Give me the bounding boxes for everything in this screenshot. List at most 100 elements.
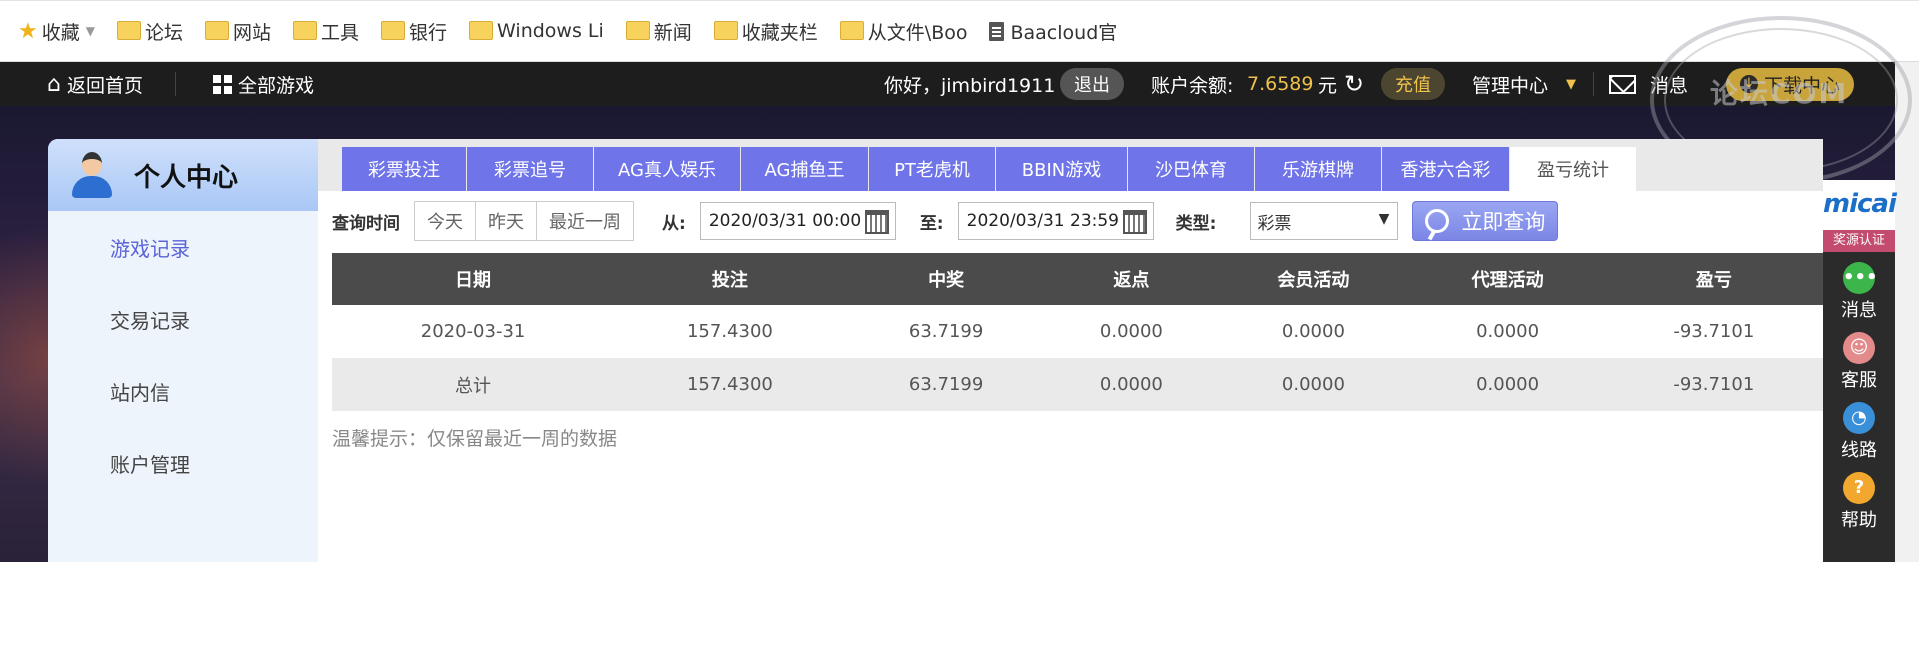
chat-icon: ••• bbox=[1843, 262, 1878, 294]
greeting: 你好，jimbird1911 bbox=[884, 74, 1056, 97]
tab-bbin-games[interactable]: BBIN游戏 bbox=[996, 147, 1127, 191]
bookmark-folder[interactable]: 新闻 bbox=[625, 18, 692, 45]
refresh-icon[interactable]: ↻ bbox=[1344, 70, 1364, 98]
folder-icon bbox=[839, 20, 864, 40]
col-agent-activity: 代理活动 bbox=[1410, 253, 1605, 305]
user-avatar-icon bbox=[72, 152, 112, 198]
tab-ag-live[interactable]: AG真人娱乐 bbox=[594, 147, 740, 191]
bookmark-label: Baacloud官 bbox=[1010, 21, 1118, 44]
col-date: 日期 bbox=[332, 253, 615, 305]
yesterday-button[interactable]: 昨天 bbox=[476, 202, 537, 240]
bookmark-label: 网站 bbox=[233, 21, 272, 44]
sidebar-help[interactable]: ? 帮助 bbox=[1823, 468, 1895, 536]
search-button[interactable]: 立即查询 bbox=[1412, 201, 1559, 241]
bookmark-label: 从文件\Boo bbox=[867, 21, 968, 44]
to-label: 至: bbox=[919, 213, 944, 234]
micai-logo: micai bbox=[1823, 180, 1897, 230]
sidebar-routes-label: 线路 bbox=[1841, 440, 1877, 461]
tab-leyou-chess[interactable]: 乐游棋牌 bbox=[1255, 147, 1381, 191]
top-nav: ⌂ 返回首页 全部游戏 你好，jimbird1911 退出 账户余额: 7.65… bbox=[0, 62, 1919, 106]
cell-rebate: 0.0000 bbox=[1099, 321, 1163, 342]
cell-win: 63.7199 bbox=[908, 321, 984, 342]
logout-button[interactable]: 退出 bbox=[1060, 68, 1124, 100]
personal-center-panel: 个人中心 游戏记录 交易记录 站内信 账户管理 bbox=[48, 139, 318, 562]
sidebar-service-label: 客服 bbox=[1841, 370, 1877, 391]
grid-icon bbox=[213, 74, 232, 94]
col-rebate: 返点 bbox=[1046, 253, 1217, 305]
main-content: 彩票投注 彩票追号 AG真人娱乐 AG捕鱼王 PT老虎机 BBIN游戏 沙巴体育… bbox=[318, 139, 1823, 562]
menu-inbox[interactable]: 站内信 bbox=[48, 355, 318, 427]
bookmark-folder[interactable]: 网站 bbox=[205, 18, 271, 45]
menu-account-management[interactable]: 账户管理 bbox=[48, 427, 318, 499]
today-button[interactable]: 今天 bbox=[415, 202, 476, 240]
from-datetime-input[interactable]: 2020/03/31 00:00 bbox=[699, 202, 896, 240]
calendar-icon[interactable] bbox=[864, 210, 889, 234]
warm-tip: 温馨提示：仅保留最近一周的数据 bbox=[332, 428, 618, 450]
certification-badge: 奖源认证 bbox=[1823, 230, 1895, 252]
page-footer-blank bbox=[0, 562, 1919, 648]
folder-icon bbox=[625, 20, 650, 40]
col-win: 中奖 bbox=[845, 253, 1047, 305]
tab-saba-sports[interactable]: 沙巴体育 bbox=[1128, 147, 1254, 191]
tab-lottery-chase[interactable]: 彩票追号 bbox=[467, 147, 593, 191]
home-icon: ⌂ bbox=[47, 71, 61, 97]
bookmark-folder[interactable]: Windows Li bbox=[469, 20, 604, 42]
last-week-button[interactable]: 最近一周 bbox=[537, 202, 633, 240]
tab-profit-loss[interactable]: 盈亏统计 bbox=[1510, 147, 1636, 191]
type-label: 类型: bbox=[1175, 213, 1217, 234]
recharge-button[interactable]: 充值 bbox=[1381, 68, 1445, 100]
calendar-icon[interactable] bbox=[1122, 210, 1147, 234]
menu-game-records[interactable]: 游戏记录 bbox=[48, 211, 318, 283]
bookmark-favorites[interactable]: ★ 收藏 ▼ bbox=[18, 18, 95, 45]
bookmark-page[interactable]: Baacloud官 bbox=[989, 18, 1117, 45]
col-member-activity: 会员活动 bbox=[1216, 253, 1411, 305]
tab-hk-mark-six[interactable]: 香港六合彩 bbox=[1382, 147, 1509, 191]
cell-total-rebate: 0.0000 bbox=[1046, 358, 1217, 411]
profit-loss-table: 日期 投注 中奖 返点 会员活动 代理活动 盈亏 2020-03-31 157.… bbox=[332, 253, 1823, 411]
sidebar-message[interactable]: ••• 消息 bbox=[1823, 258, 1895, 326]
bookmark-folder[interactable]: 从文件\Boo bbox=[839, 18, 968, 45]
bookmark-label: 新闻 bbox=[653, 21, 692, 44]
tab-ag-fishing[interactable]: AG捕鱼王 bbox=[741, 147, 868, 191]
folder-icon bbox=[205, 20, 229, 40]
all-games-link[interactable]: 全部游戏 bbox=[213, 71, 314, 98]
bookmark-folder[interactable]: 收藏夹栏 bbox=[713, 18, 818, 45]
tab-pt-slots[interactable]: PT老虎机 bbox=[869, 147, 995, 191]
cell-member-activity: 0.0000 bbox=[1281, 321, 1345, 342]
sidebar-help-label: 帮助 bbox=[1841, 510, 1877, 531]
bookmark-label: 收藏夹栏 bbox=[741, 21, 818, 44]
table-total-row: 总计 157.4300 63.7199 0.0000 0.0000 0.0000… bbox=[332, 358, 1823, 411]
menu-transaction-records[interactable]: 交易记录 bbox=[48, 283, 318, 355]
bookmark-label: 工具 bbox=[321, 21, 360, 44]
divider bbox=[175, 72, 176, 96]
all-games-label: 全部游戏 bbox=[238, 74, 315, 97]
search-button-label: 立即查询 bbox=[1461, 210, 1546, 234]
sidebar-message-label: 消息 bbox=[1841, 300, 1877, 321]
home-link[interactable]: ⌂ 返回首页 bbox=[47, 71, 143, 98]
balance-value: 7.6589 bbox=[1247, 73, 1314, 95]
sidebar-routes[interactable]: ◔ 线路 bbox=[1823, 398, 1895, 466]
bookmark-folder[interactable]: 银行 bbox=[381, 18, 447, 45]
from-label: 从: bbox=[662, 213, 686, 234]
bookmark-label: 论坛 bbox=[144, 21, 183, 44]
star-icon: ★ bbox=[18, 18, 38, 44]
bookmark-folder[interactable]: 工具 bbox=[293, 18, 359, 45]
type-select[interactable]: 彩票 ▼ bbox=[1250, 202, 1399, 240]
col-profit-loss: 盈亏 bbox=[1604, 253, 1823, 305]
bookmark-label: Windows Li bbox=[497, 20, 604, 42]
cell-profit-loss: -93.7101 bbox=[1673, 321, 1755, 342]
from-datetime-value: 2020/03/31 00:00 bbox=[708, 211, 862, 231]
tab-lottery-bet[interactable]: 彩票投注 bbox=[342, 147, 466, 191]
folder-icon bbox=[469, 20, 494, 40]
dropdown-arrow-icon: ▼ bbox=[1378, 211, 1390, 227]
to-datetime-input[interactable]: 2020/03/31 23:59 bbox=[957, 202, 1154, 240]
bookmark-folder[interactable]: 论坛 bbox=[116, 18, 183, 45]
cell-total-bet: 157.4300 bbox=[614, 358, 846, 411]
document-icon bbox=[989, 21, 1005, 41]
sidebar-customer-service[interactable]: ☺ 客服 bbox=[1823, 328, 1895, 396]
admin-center-menu[interactable]: 管理中心 ▼ bbox=[1472, 71, 1576, 98]
cell-bet: 157.4300 bbox=[686, 321, 773, 342]
panel-header: 个人中心 bbox=[48, 139, 318, 211]
search-icon bbox=[1425, 209, 1450, 233]
cell-total-agent-activity: 0.0000 bbox=[1410, 358, 1605, 411]
